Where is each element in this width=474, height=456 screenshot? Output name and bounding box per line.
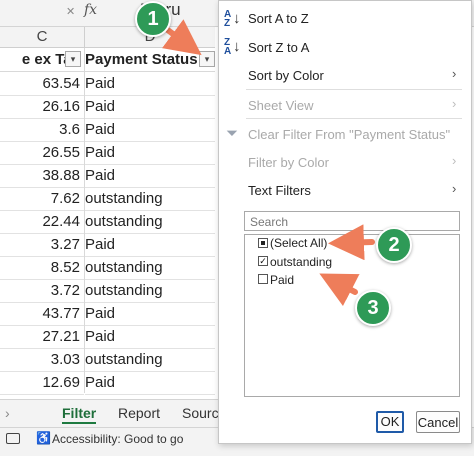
arrow-1 [162, 19, 202, 56]
callout-badge-1: 1 [135, 1, 171, 37]
arrow-3 [319, 273, 360, 307]
callout-badge-3: 3 [355, 290, 391, 326]
arrow-2 [328, 224, 375, 261]
callout-badge-2: 2 [376, 227, 412, 263]
annotation-arrows [162, 19, 375, 307]
